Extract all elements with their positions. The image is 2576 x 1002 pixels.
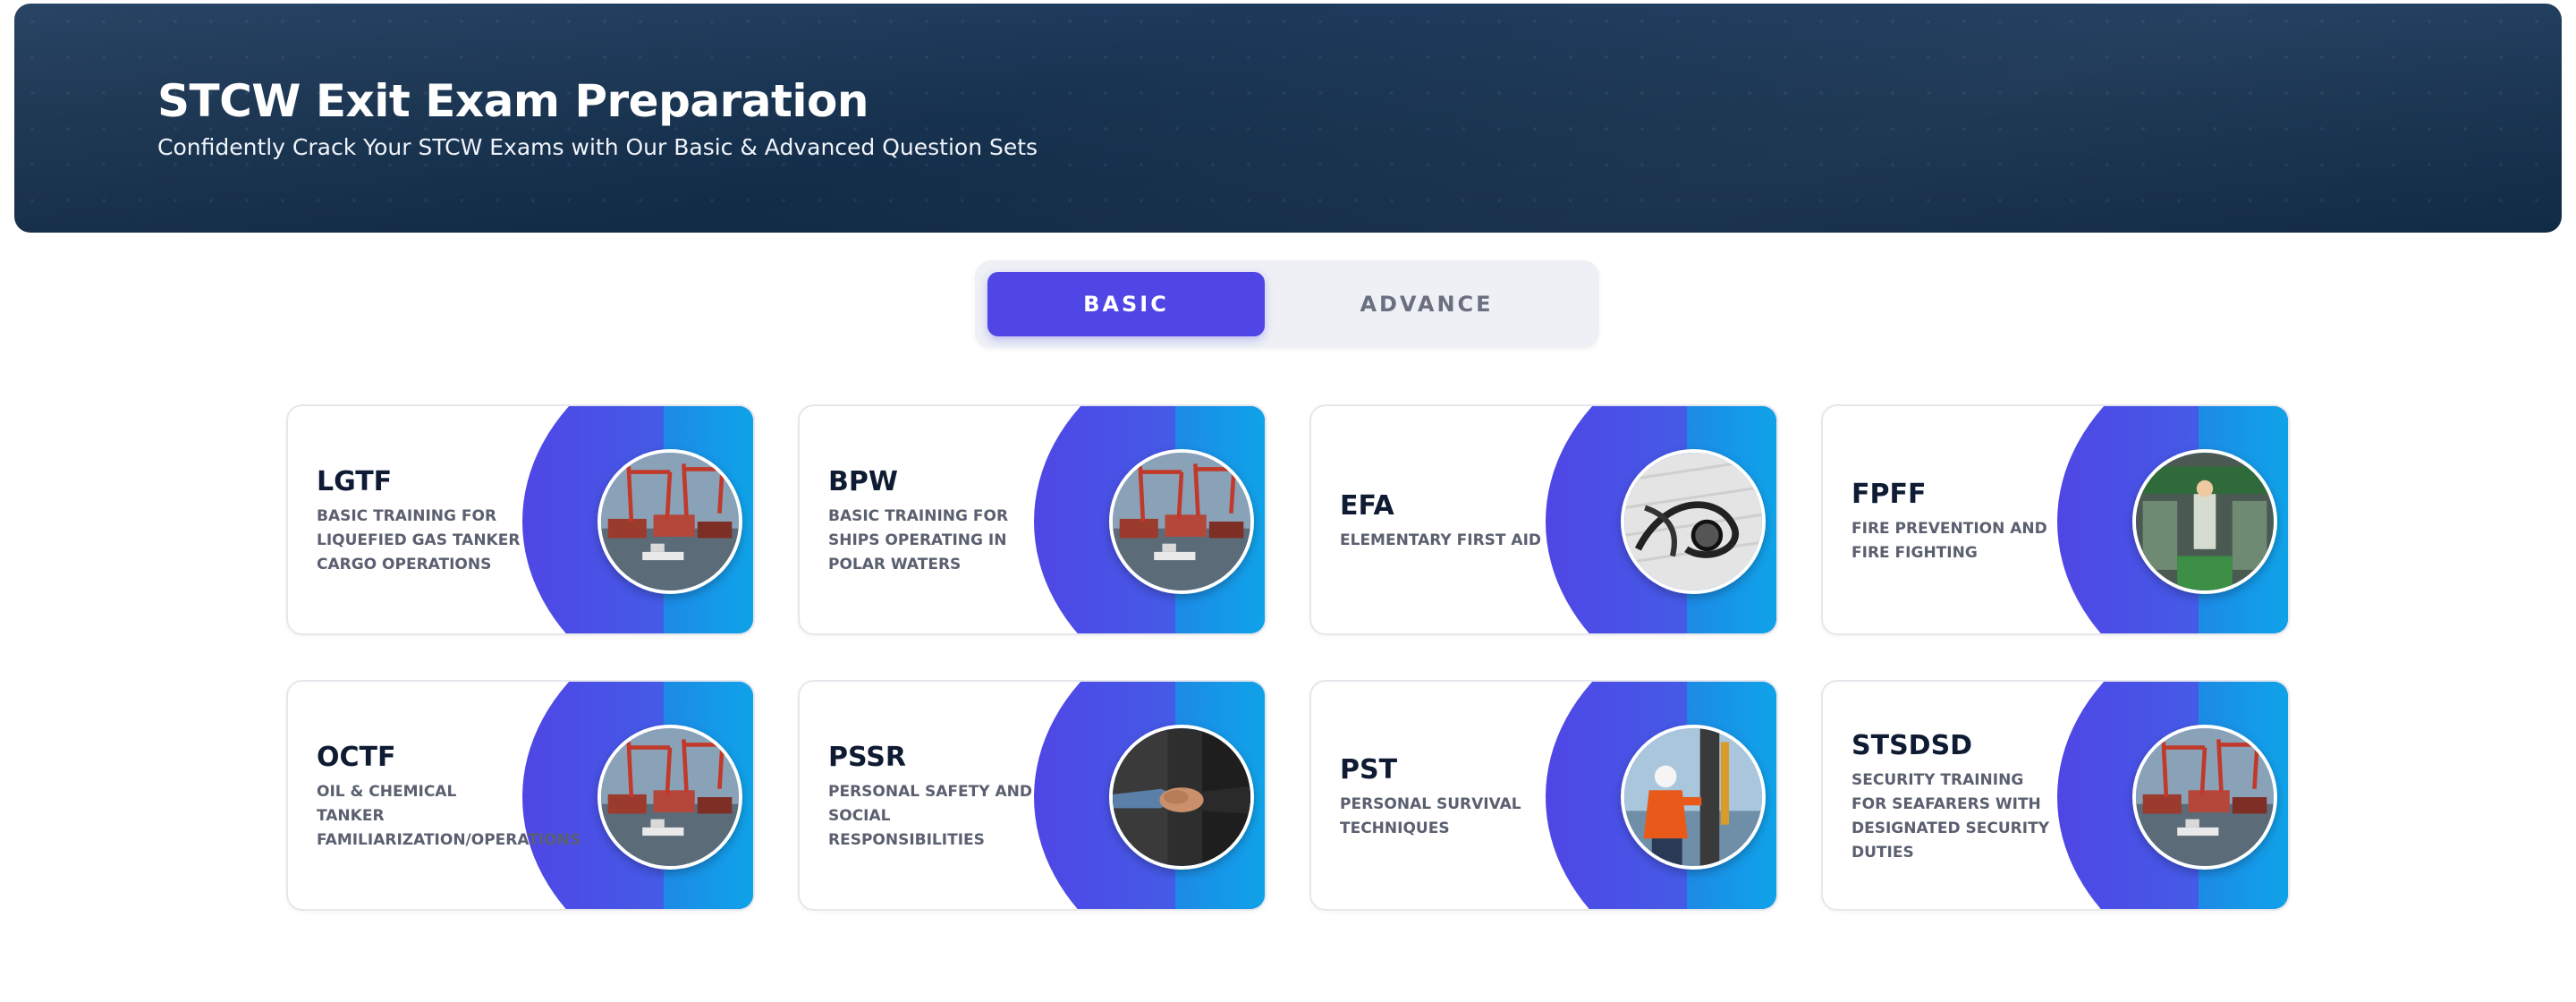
course-description: BASIC TRAINING FOR SHIPS OPERATING IN PO…	[828, 507, 1009, 573]
course-card-efa[interactable]: EFA ELEMENTARY FIRST AID	[1309, 404, 1778, 635]
port-cranes-image	[1109, 449, 1254, 594]
port-cranes-image	[2132, 725, 2277, 870]
course-code: LGTF	[317, 466, 393, 497]
course-description: SECURITY TRAINING FOR SEAFARERS WITH DES…	[1852, 770, 2050, 862]
hero-banner: STCW Exit Exam Preparation Confidently C…	[14, 4, 2562, 233]
course-card-lgtf[interactable]: LGTF BASIC TRAINING FOR LIQUEFIED GAS TA…	[286, 404, 755, 635]
port-cranes-image	[597, 725, 742, 870]
course-description: PERSONAL SURVIVAL TECHNIQUES	[1340, 794, 1521, 837]
course-card-fpff[interactable]: FPFF FIRE PREVENTION AND FIRE FIGHTING	[1821, 404, 2290, 635]
course-code: EFA	[1340, 490, 1394, 522]
course-code: PSSR	[828, 742, 906, 773]
course-code: OCTF	[317, 742, 396, 773]
course-card-pssr[interactable]: PSSR PERSONAL SAFETY AND SOCIAL RESPONSI…	[798, 680, 1267, 911]
course-description: OIL & CHEMICAL TANKER FAMILIARIZATION/OP…	[317, 783, 581, 849]
course-code: FPFF	[1852, 478, 1927, 510]
course-description: PERSONAL SAFETY AND SOCIAL RESPONSIBILIT…	[828, 783, 1032, 849]
tab-advance[interactable]: ADVANCE	[1288, 272, 1565, 336]
handshake-image	[1109, 725, 1254, 870]
course-card-octf[interactable]: OCTF OIL & CHEMICAL TANKER FAMILIARIZATI…	[286, 680, 755, 911]
course-description: FIRE PREVENTION AND FIRE FIGHTING	[1852, 519, 2047, 562]
course-description: ELEMENTARY FIRST AID	[1340, 531, 1542, 549]
port-cranes-image	[597, 449, 742, 594]
stethoscope-image	[1621, 449, 1766, 594]
tab-basic[interactable]: BASIC	[987, 272, 1265, 336]
course-card-bpw[interactable]: BPW BASIC TRAINING FOR SHIPS OPERATING I…	[798, 404, 1267, 635]
course-code: PST	[1340, 753, 1398, 785]
level-tab-switcher: BASIC ADVANCE	[975, 260, 1599, 348]
seafarer-image	[1621, 725, 1766, 870]
course-code: STSDSD	[1852, 729, 1973, 761]
engine-room-image	[2132, 449, 2277, 594]
course-card-pst[interactable]: PST PERSONAL SURVIVAL TECHNIQUES	[1309, 680, 1778, 911]
page-title: STCW Exit Exam Preparation	[157, 75, 869, 127]
course-code: BPW	[828, 466, 898, 497]
course-description: BASIC TRAINING FOR LIQUEFIED GAS TANKER …	[317, 507, 521, 573]
page-subtitle: Confidently Crack Your STCW Exams with O…	[157, 134, 1038, 160]
course-card-stsdsd[interactable]: STSDSD SECURITY TRAINING FOR SEAFARERS W…	[1821, 680, 2290, 911]
